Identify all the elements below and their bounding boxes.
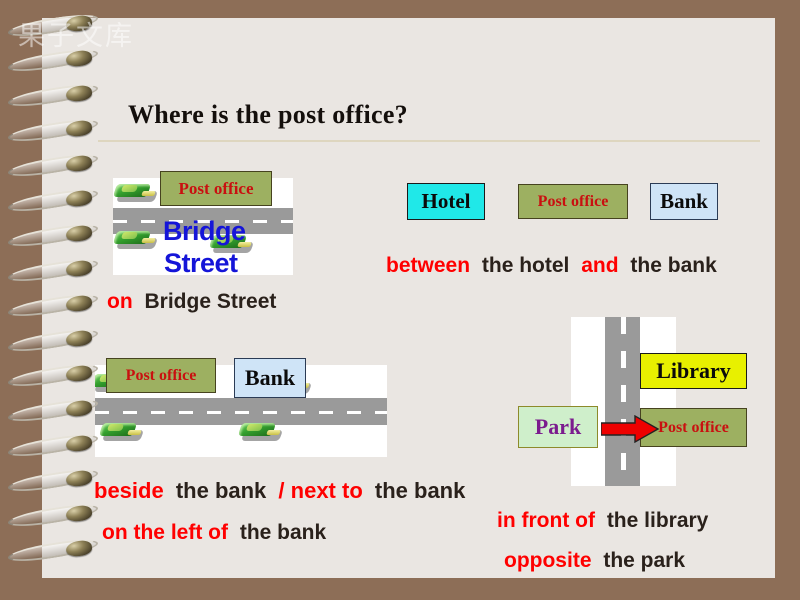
- label-hotel: Hotel: [407, 183, 485, 220]
- arrow-icon: [600, 414, 660, 444]
- caption-opposite-park: opposite the park: [504, 549, 691, 573]
- caption-text-bank-3: the bank: [239, 521, 327, 544]
- spiral-ring: [8, 430, 104, 461]
- spiral-ring: [8, 10, 104, 41]
- caption-highlight-next-to: / next to: [278, 478, 363, 503]
- page-title: Where is the post office?: [128, 100, 408, 129]
- spiral-ring: [8, 500, 104, 531]
- spiral-ring: [8, 115, 104, 146]
- scene-in-front-of-library: [571, 317, 676, 486]
- label-post-office: Post office: [518, 184, 628, 219]
- spiral-ring: [8, 220, 104, 251]
- caption-highlight-and: and: [581, 254, 619, 277]
- road-horizontal: [95, 398, 387, 425]
- spiral-ring: [8, 290, 104, 321]
- car-icon: [113, 231, 159, 249]
- spiral-ring: [8, 150, 104, 181]
- caption-text-bank-2: the bank: [374, 478, 466, 503]
- street-name-line2: Street: [164, 248, 238, 278]
- caption-text-bank-1: the bank: [175, 478, 267, 503]
- label-bank: Bank: [234, 358, 306, 398]
- spiral-ring: [8, 325, 104, 356]
- spiral-ring: [8, 395, 104, 426]
- spiral-ring: [8, 255, 104, 286]
- spiral-ring: [8, 360, 104, 391]
- road-vertical: [605, 317, 640, 486]
- spiral-ring: [8, 45, 104, 76]
- label-post-office: Post office: [106, 358, 216, 393]
- street-name-line1: Bridge: [163, 216, 246, 246]
- caption-left-of-bank: on the left of the bank: [102, 521, 332, 545]
- spiral-ring: [8, 80, 104, 111]
- caption-highlight-in-front-of: in front of: [497, 509, 595, 532]
- spiral-binding: [0, 0, 120, 600]
- car-icon: [237, 423, 284, 441]
- caption-on-bridge-street: on Bridge Street: [107, 290, 282, 314]
- spiral-ring: [8, 465, 104, 496]
- caption-rest: Bridge Street: [144, 290, 277, 313]
- caption-text-bank: the bank: [630, 254, 717, 277]
- caption-highlight-opposite: opposite: [504, 549, 592, 572]
- caption-between: between the hotel and the bank: [386, 254, 723, 278]
- car-icon: [113, 184, 159, 202]
- spiral-ring: [8, 185, 104, 216]
- label-bank: Bank: [650, 183, 718, 220]
- caption-highlight-on-the-left-of: on the left of: [102, 521, 228, 544]
- label-post-office: Post office: [160, 171, 272, 206]
- caption-text-park: the park: [603, 549, 686, 572]
- spiral-ring: [8, 535, 104, 566]
- caption-text-library: the library: [606, 509, 709, 532]
- caption-beside-bank: beside the bank / next to the bank: [94, 478, 471, 504]
- caption-highlight-between: between: [386, 254, 471, 277]
- title-divider: [98, 140, 760, 142]
- label-library: Library: [640, 353, 747, 389]
- label-park: Park: [518, 406, 598, 448]
- caption-in-front-of-library: in front of the library: [497, 509, 714, 533]
- caption-text-hotel: the hotel: [481, 254, 570, 277]
